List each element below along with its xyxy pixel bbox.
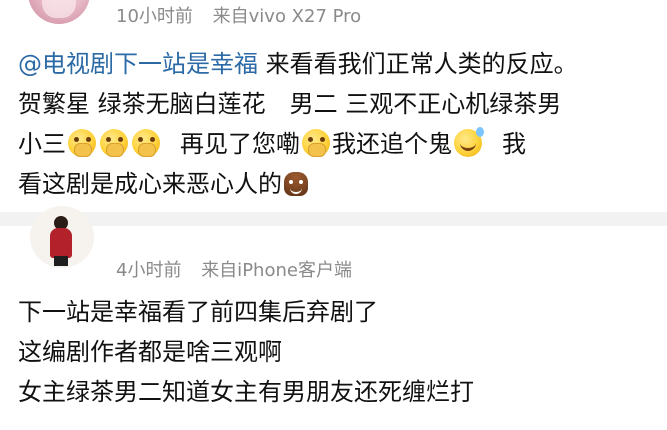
grin-sweat-emoji-icon [454, 127, 484, 157]
hand-over-mouth-emoji-icon [100, 129, 128, 157]
comment-text-segment: 来看看我们正常人类的反应。 [258, 50, 578, 78]
comment-text-segment: 我 [502, 130, 526, 158]
comment-text: 下一站是幸福看了前四集后弃剧了 这编剧作者都是啥三观啊 女主绿茶男二知道女主有男… [18, 292, 657, 412]
comment-meta: 10小时前 来自vivo X27 Pro [116, 2, 375, 28]
comment-card-1: 10小时前 来自vivo X27 Pro @电视剧下一站是幸福 来看看我们正常人… [0, 0, 667, 212]
comment-card-2: 4小时前 来自iPhone客户端 下一站是幸福看了前四集后弃剧了 这编剧作者都是… [0, 206, 667, 430]
source-label: 来自vivo X27 Pro [212, 6, 362, 27]
avatar[interactable] [28, 0, 90, 24]
hand-over-mouth-emoji-icon [68, 129, 96, 157]
comment-text: @电视剧下一站是幸福 来看看我们正常人类的反应。 贺繁星 绿茶无脑白莲花 男二 … [18, 44, 657, 204]
comment-line-1: 下一站是幸福看了前四集后弃剧了 [18, 298, 378, 326]
comment-text-segment: 再见了您嘞 [180, 130, 300, 158]
avatar[interactable] [30, 206, 94, 268]
comment-line-2: 这编剧作者都是啥三观啊 [18, 338, 282, 366]
comment-meta: 4小时前 来自iPhone客户端 [116, 256, 366, 282]
source-label: 来自iPhone客户端 [201, 260, 352, 281]
comment-text-segment: 我还追个鬼 [332, 130, 452, 158]
avatar-figure-legs [54, 256, 68, 266]
comment-line-2: 贺繁星 绿茶无脑白莲花 男二 三观不正心机绿茶男 [18, 90, 562, 118]
poop-emoji-icon [284, 172, 308, 196]
timestamp: 10小时前 [116, 6, 193, 27]
timestamp: 4小时前 [116, 260, 182, 281]
hand-over-mouth-emoji-icon [302, 129, 330, 157]
mention-link[interactable]: @电视剧下一站是幸福 [18, 50, 258, 78]
section-divider [0, 212, 667, 226]
avatar-figure-body [50, 228, 72, 258]
comment-line-3: 小三 再见了您嘞 我还追个鬼 我 [18, 124, 657, 164]
comment-text-segment: 小三 [18, 130, 66, 158]
comment-line-1: @电视剧下一站是幸福 来看看我们正常人类的反应。 [18, 44, 657, 84]
comment-line-4: 看这剧是成心来恶心人的 [18, 164, 657, 204]
comment-line-3: 女主绿茶男二知道女主有男朋友还死缠烂打 [18, 378, 474, 406]
comment-text-segment: 看这剧是成心来恶心人的 [18, 170, 282, 198]
hand-over-mouth-emoji-icon [132, 129, 160, 157]
